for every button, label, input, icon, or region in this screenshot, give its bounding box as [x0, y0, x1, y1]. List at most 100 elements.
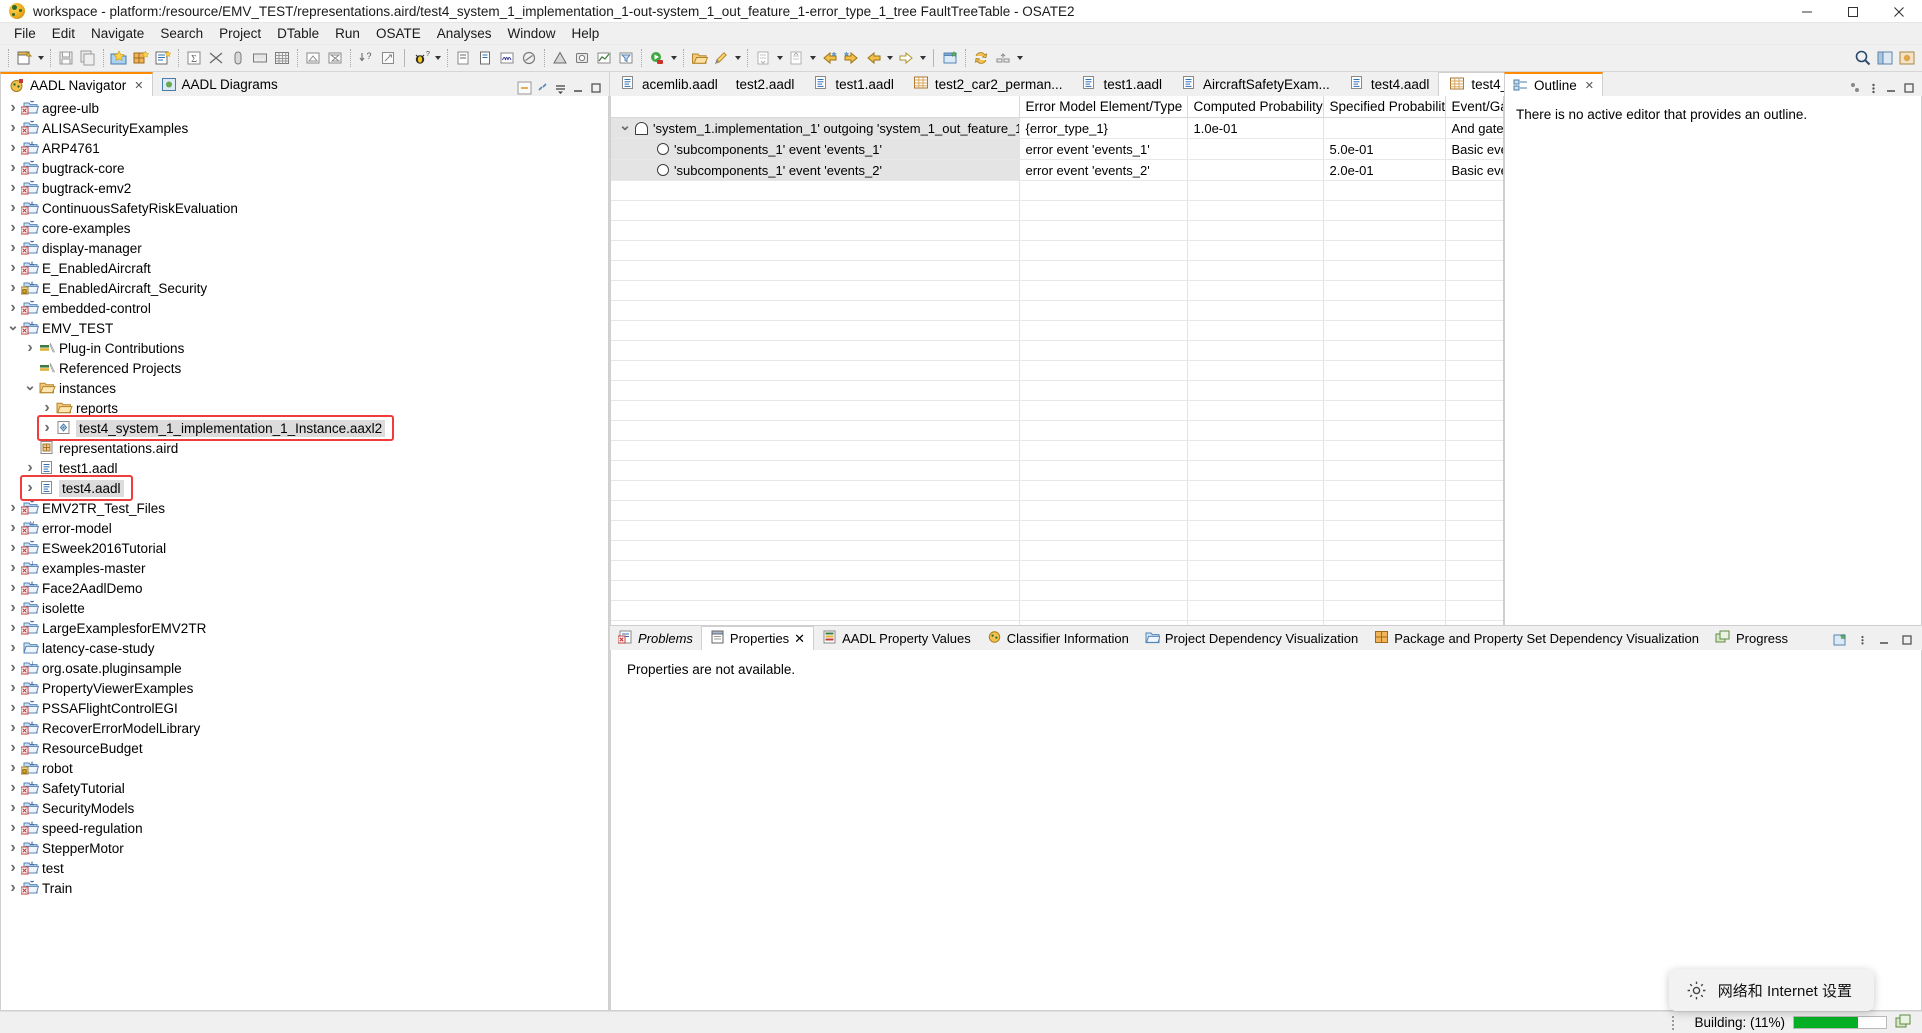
run-dropdown-icon[interactable] — [668, 48, 679, 68]
tree-item[interactable]: test4_system_1_implementation_1_Instance… — [1, 418, 608, 438]
expand-arrow-icon[interactable] — [5, 720, 21, 736]
expand-arrow-icon[interactable] — [5, 580, 21, 596]
run-icon[interactable] — [647, 48, 667, 68]
tree-item[interactable]: A ResourceBudget — [1, 738, 608, 758]
close-icon[interactable]: ✕ — [794, 631, 805, 647]
tree-item[interactable]: A ContinuousSafetyRiskEvaluation — [1, 198, 608, 218]
instantiate-icon[interactable]: Σ — [184, 48, 204, 68]
collapse-arrow-icon[interactable] — [22, 380, 38, 396]
hourglass-icon[interactable] — [325, 48, 345, 68]
format-icon[interactable] — [453, 48, 473, 68]
expand-arrow-icon[interactable] — [5, 220, 21, 236]
navigator-tree[interactable]: agree-ulb ALISASecurityExamples A ARP4761 bu… — [0, 96, 609, 1011]
minimize-view-icon[interactable] — [570, 80, 586, 96]
maximize-button[interactable] — [1830, 0, 1876, 23]
table-column-header[interactable] — [611, 96, 1020, 118]
menu-item-navigate[interactable]: Navigate — [83, 24, 152, 43]
computed-probability-cell[interactable] — [1187, 159, 1324, 181]
next-annotation-dropdown-icon[interactable] — [807, 48, 818, 68]
editor-tab[interactable]: test2_car2_perman... — [903, 72, 1072, 96]
tree-item[interactable]: latency-case-study — [1, 638, 608, 658]
tree-item[interactable]: ALISASecurityExamples — [1, 118, 608, 138]
tree-item[interactable]: display-manager — [1, 238, 608, 258]
expand-arrow-icon[interactable] — [5, 620, 21, 636]
table-column-header[interactable]: Error Model Element/Type — [1019, 96, 1188, 118]
flow-icon[interactable] — [206, 48, 226, 68]
warning-triangle-icon[interactable] — [550, 48, 570, 68]
tree-item[interactable]: A E_EnabledAircraft_Security — [1, 278, 608, 298]
tab-outline[interactable]: Outline ✕ — [1504, 72, 1603, 96]
tree-item[interactable]: instances — [1, 378, 608, 398]
sync-icon[interactable] — [971, 48, 991, 68]
tree-item[interactable]: core-examples — [1, 218, 608, 238]
collapse-arrow-icon[interactable] — [5, 320, 21, 336]
expand-arrow-icon[interactable] — [5, 520, 21, 536]
chart-icon[interactable] — [594, 48, 614, 68]
expand-arrow-icon[interactable] — [39, 420, 55, 436]
next-annotation-icon[interactable] — [786, 48, 806, 68]
expand-arrow-icon[interactable] — [5, 100, 21, 116]
navigate-back-icon[interactable] — [863, 48, 883, 68]
editor-tab[interactable]: test1.aadl — [1071, 72, 1171, 96]
debug-dropdown-icon[interactable] — [432, 48, 443, 68]
tree-item[interactable]: A SecurityModels — [1, 798, 608, 818]
expand-arrow-icon[interactable] — [5, 780, 21, 796]
view-menu-icon[interactable] — [1857, 633, 1868, 650]
menu-item-search[interactable]: Search — [152, 24, 211, 43]
expand-arrow-icon[interactable] — [5, 740, 21, 756]
event-gate-type-cell[interactable]: And gate — [1445, 117, 1503, 139]
expand-arrow-icon[interactable] — [5, 840, 21, 856]
navigate-forward-icon[interactable] — [896, 48, 916, 68]
diagram-icon[interactable] — [303, 48, 323, 68]
tree-item[interactable]: isolette — [1, 598, 608, 618]
expand-arrow-icon[interactable] — [5, 200, 21, 216]
tree-item[interactable]: Jexamples-master — [1, 558, 608, 578]
table-row[interactable]: 'system_1.implementation_1' outgoing 'sy… — [611, 117, 1503, 139]
expand-arrow-icon[interactable] — [5, 120, 21, 136]
menu-item-file[interactable]: File — [6, 24, 44, 43]
no-entry-icon[interactable] — [519, 48, 539, 68]
new-doc-icon[interactable] — [475, 48, 495, 68]
element-type-cell[interactable]: error event 'events_1' — [1019, 138, 1188, 160]
save-all-icon[interactable] — [78, 48, 98, 68]
navigate-forward-dropdown-icon[interactable] — [917, 48, 928, 68]
minimize-view-icon[interactable] — [1883, 80, 1899, 96]
tree-item[interactable]: bugtrack-core — [1, 158, 608, 178]
expand-arrow-icon[interactable] — [5, 160, 21, 176]
fault-tree-table-container[interactable]: Error Model Element/Type Computed Probabi… — [610, 96, 1504, 626]
expand-arrow-icon[interactable] — [5, 700, 21, 716]
expand-arrow-icon[interactable] — [22, 460, 38, 476]
pencil-icon[interactable] — [711, 48, 731, 68]
expand-arrow-icon[interactable] — [5, 180, 21, 196]
tree-item[interactable]: Arobot — [1, 758, 608, 778]
new-package-icon[interactable] — [131, 48, 151, 68]
expand-arrow-icon[interactable] — [5, 280, 21, 296]
editor-tab[interactable]: test4.aadl — [1339, 72, 1439, 96]
expand-arrow-icon[interactable] — [5, 880, 21, 896]
bottom-panel-tab[interactable]: Project Dependency Visualization — [1137, 626, 1366, 650]
minimize-button[interactable] — [1784, 0, 1830, 23]
collapse-all-icon[interactable] — [516, 80, 532, 96]
collapse-arrow-icon[interactable] — [617, 120, 633, 136]
tree-item[interactable]: Referenced Projects — [1, 358, 608, 378]
search-icon[interactable] — [1853, 48, 1873, 68]
fault-tree-node-cell[interactable]: 'system_1.implementation_1' outgoing 'sy… — [611, 117, 1020, 139]
tree-item[interactable]: PSSAFlightControlEGI — [1, 698, 608, 718]
bottom-panel-tab[interactable]: Progress — [1707, 626, 1796, 650]
maximize-view-icon[interactable] — [1900, 633, 1914, 650]
new-window-icon[interactable] — [940, 48, 960, 68]
tree-item[interactable]: test4.aadl — [1, 478, 608, 498]
tree-item[interactable]: test1.aadl — [1, 458, 608, 478]
expand-arrow-icon[interactable] — [5, 300, 21, 316]
bottom-panel-tab[interactable]: Package and Property Set Dependency Visu… — [1366, 626, 1707, 650]
specified-probability-cell[interactable] — [1323, 117, 1446, 139]
element-type-cell[interactable]: error event 'events_2' — [1019, 159, 1188, 181]
tree-item[interactable]: EMV2TR_Test_Files — [1, 498, 608, 518]
filter-icon[interactable] — [616, 48, 636, 68]
specified-probability-cell[interactable]: 5.0e-01 — [1323, 138, 1446, 160]
expand-arrow-icon[interactable] — [5, 500, 21, 516]
menu-item-project[interactable]: Project — [211, 24, 269, 43]
open-folder-icon[interactable] — [689, 48, 709, 68]
perspective-java-icon[interactable] — [1897, 48, 1917, 68]
expand-arrow-icon[interactable] — [5, 600, 21, 616]
